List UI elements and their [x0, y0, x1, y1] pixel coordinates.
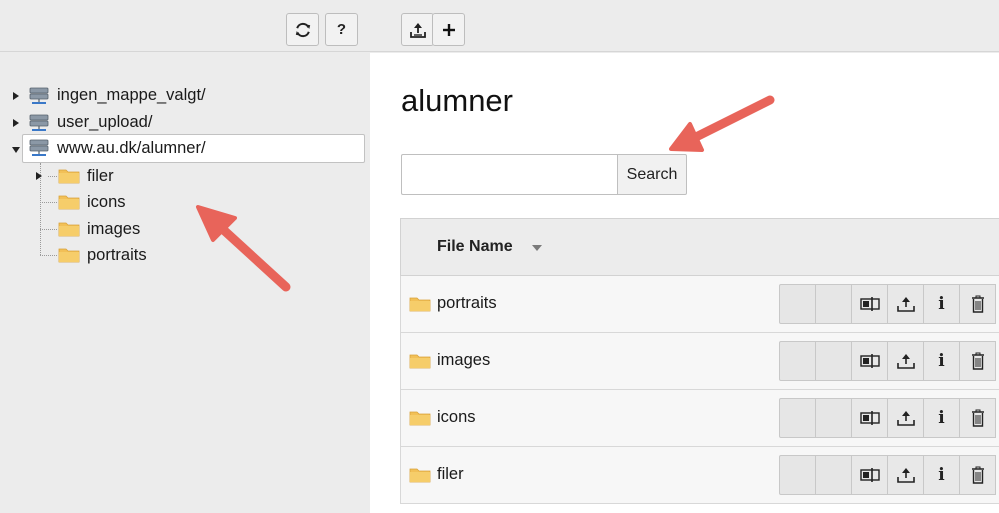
delete-button[interactable] [959, 284, 996, 324]
file-name[interactable]: images [437, 351, 490, 370]
action-blank [779, 284, 816, 324]
tree-node-label: portraits [87, 246, 147, 264]
search-button[interactable]: Search [617, 154, 687, 195]
rename-button[interactable] [851, 341, 888, 381]
upload-button[interactable] [401, 13, 434, 46]
rename-icon [859, 354, 880, 368]
folder-icon [409, 354, 431, 369]
trash-icon [971, 409, 984, 427]
upload-button[interactable] [887, 398, 924, 438]
info-icon: i [938, 351, 945, 371]
rename-button[interactable] [851, 284, 888, 324]
row-actions: i [779, 455, 996, 495]
upload-icon [409, 22, 426, 38]
rename-icon [859, 411, 880, 425]
delete-button[interactable] [959, 341, 996, 381]
storage-icon [29, 87, 49, 104]
folder-icon [58, 222, 80, 237]
tree-node-ingen-mappe-valgt[interactable]: ingen_mappe_valgt/ [8, 83, 308, 109]
tree-node-user-upload[interactable]: user_upload/ [8, 110, 308, 136]
file-name[interactable]: filer [437, 465, 464, 484]
row-actions: i [779, 284, 996, 324]
delete-button[interactable] [959, 455, 996, 495]
info-button[interactable]: i [923, 284, 960, 324]
upload-button[interactable] [887, 455, 924, 495]
tree-node-label: filer [87, 167, 114, 185]
help-label: ? [336, 21, 347, 38]
folder-icon [409, 297, 431, 312]
expand-caret-icon[interactable] [13, 119, 19, 127]
table-row[interactable]: icons i [400, 390, 999, 447]
upload-icon [896, 411, 915, 426]
plus-icon [442, 23, 455, 36]
table-header: File Name [400, 218, 999, 276]
refresh-icon [295, 22, 310, 37]
info-icon: i [938, 465, 945, 485]
storage-icon [29, 139, 49, 156]
rename-button[interactable] [851, 455, 888, 495]
folder-tree: ingen_mappe_valgt/ user_upload/ www.au.d… [0, 53, 370, 513]
trash-icon [971, 295, 984, 313]
tree-node-label: icons [87, 193, 126, 211]
tree-node-label: images [87, 220, 141, 238]
search-input[interactable] [401, 154, 617, 195]
action-blank [779, 455, 816, 495]
rename-button[interactable] [851, 398, 888, 438]
folder-icon [58, 169, 80, 184]
tree-node-label: www.au.dk/alumner/ [57, 139, 206, 157]
expand-caret-icon[interactable] [36, 172, 42, 180]
trash-icon [971, 466, 984, 484]
upload-icon [896, 468, 915, 483]
tree-node-images[interactable]: images [30, 216, 230, 242]
row-actions: i [779, 341, 996, 381]
action-blank [815, 398, 852, 438]
folder-icon [409, 468, 431, 483]
upload-button[interactable] [887, 284, 924, 324]
folder-icon [58, 195, 80, 210]
info-icon: i [938, 408, 945, 428]
tree-node-portraits[interactable]: portraits [30, 242, 230, 268]
action-blank [779, 398, 816, 438]
rename-icon [859, 297, 880, 311]
info-button[interactable]: i [923, 341, 960, 381]
file-table: File Name portraits i images i icons i f… [400, 218, 999, 513]
page-title: alumner [401, 83, 513, 118]
action-blank [815, 284, 852, 324]
column-header-file-name[interactable]: File Name [437, 238, 513, 256]
table-row[interactable]: filer i [400, 447, 999, 504]
info-button[interactable]: i [923, 398, 960, 438]
folder-icon [58, 248, 80, 263]
row-actions: i [779, 398, 996, 438]
tree-node-www-au-dk-alumner[interactable]: www.au.dk/alumner/ [22, 134, 365, 163]
storage-icon [29, 114, 49, 131]
main-content: alumner Search File Name portraits i ima… [370, 53, 999, 513]
tree-node-icons[interactable]: icons [30, 189, 230, 215]
collapse-caret-icon[interactable] [12, 147, 20, 153]
top-toolbar: ? [0, 0, 999, 52]
action-blank [779, 341, 816, 381]
tree-node-label: ingen_mappe_valgt/ [57, 86, 206, 104]
folder-icon [409, 411, 431, 426]
upload-button[interactable] [887, 341, 924, 381]
tree-node-label: user_upload/ [57, 113, 153, 131]
trash-icon [971, 352, 984, 370]
upload-icon [896, 354, 915, 369]
rename-icon [859, 468, 880, 482]
upload-icon [896, 297, 915, 312]
expand-caret-icon[interactable] [13, 92, 19, 100]
tree-node-filer[interactable]: filer [30, 163, 230, 189]
delete-button[interactable] [959, 398, 996, 438]
add-button[interactable] [432, 13, 465, 46]
help-button[interactable]: ? [325, 13, 358, 46]
file-name[interactable]: portraits [437, 294, 497, 313]
table-row[interactable]: images i [400, 333, 999, 390]
refresh-button[interactable] [286, 13, 319, 46]
table-row[interactable]: portraits i [400, 276, 999, 333]
action-blank [815, 341, 852, 381]
info-icon: i [938, 294, 945, 314]
file-name[interactable]: icons [437, 408, 476, 427]
sort-caret-icon[interactable] [532, 245, 542, 251]
info-button[interactable]: i [923, 455, 960, 495]
action-blank [815, 455, 852, 495]
